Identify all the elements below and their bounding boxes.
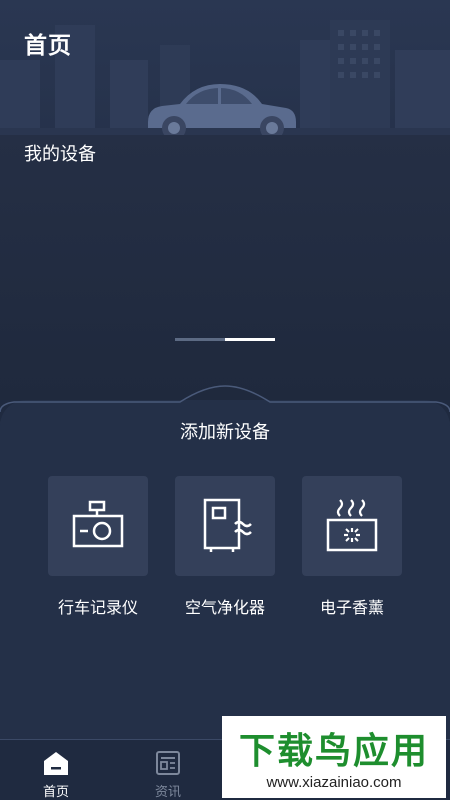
dashcam-label[interactable]: 行车记录仪 xyxy=(34,594,162,618)
hero-banner: 首页 xyxy=(0,0,450,135)
dashcam-card[interactable] xyxy=(48,476,148,576)
aroma-diffuser-label[interactable]: 电子香薰 xyxy=(288,594,416,618)
tab-home[interactable]: 首页 xyxy=(26,745,86,800)
add-device-title: 添加新设备 xyxy=(180,422,270,443)
watermark-url: www.xiazainiao.com xyxy=(266,774,402,791)
watermark-logo: 下载鸟应用 www.xiazainiao.com xyxy=(222,716,446,798)
page-indicator xyxy=(175,338,275,342)
tab-home-label: 首页 xyxy=(42,785,69,800)
tab-news[interactable]: 资讯 xyxy=(138,745,198,800)
car-illustration xyxy=(148,84,296,135)
air-purifier-card[interactable] xyxy=(175,476,275,576)
my-devices-area xyxy=(0,135,450,400)
my-devices-title: 我的设备 xyxy=(24,144,96,165)
aroma-diffuser-card[interactable] xyxy=(302,476,402,576)
page-indicator-dot-2-active xyxy=(225,338,275,341)
aroma-diffuser-icon xyxy=(326,499,378,552)
news-icon xyxy=(156,751,180,775)
watermark-title: 下载鸟应用 xyxy=(238,731,429,772)
tab-news-label: 资讯 xyxy=(154,785,181,800)
page-title: 首页 xyxy=(24,33,72,59)
dashcam-icon xyxy=(72,500,124,548)
home-icon xyxy=(44,752,68,775)
air-purifier-label[interactable]: 空气净化器 xyxy=(161,594,289,618)
page-indicator-dot-1 xyxy=(175,338,225,341)
panel-top-handle xyxy=(0,385,450,412)
air-purifier-icon xyxy=(203,498,252,552)
